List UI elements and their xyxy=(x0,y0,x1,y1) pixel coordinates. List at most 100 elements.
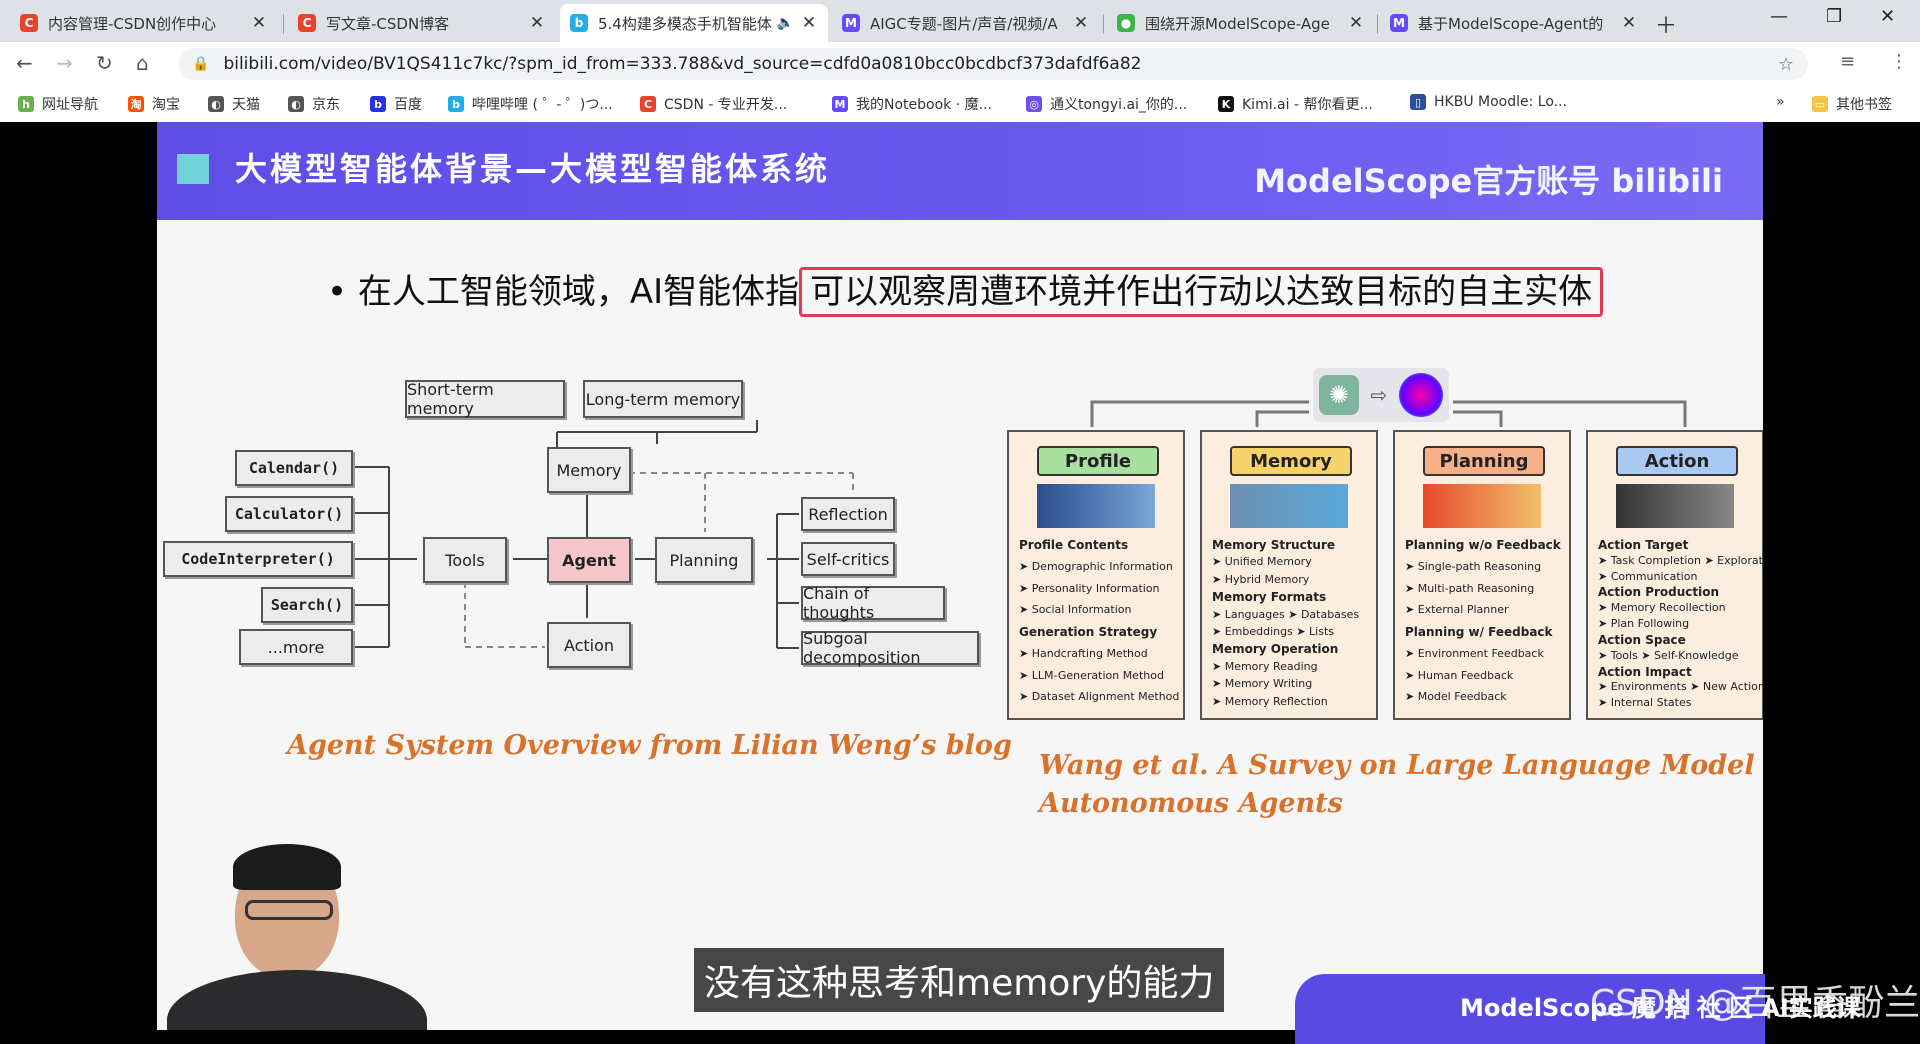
close-icon[interactable]: ✕ xyxy=(800,13,818,33)
new-tab-button[interactable]: ＋ xyxy=(1655,8,1677,40)
bookmark-item[interactable]: ◐ 天猫 xyxy=(208,94,260,114)
card-list-item: ➤ Demographic Information xyxy=(1019,559,1173,573)
right-caption-line-1: Wang et al. A Survey on Large Language M… xyxy=(1039,750,1763,781)
tab-title: 基于ModelScope-Agent的 xyxy=(1418,14,1604,33)
folder-icon: ▭ xyxy=(1812,96,1828,112)
bilibili-icon: b xyxy=(570,14,588,32)
bookmark-item[interactable]: ◐ 京东 xyxy=(288,94,340,114)
glasses-icon xyxy=(245,900,333,920)
card-section-heading: Action Target xyxy=(1598,538,1689,552)
long-term-memory-box: Long-term memory xyxy=(583,380,743,418)
reflection-box: Reflection xyxy=(801,497,895,531)
close-icon[interactable]: ✕ xyxy=(1347,13,1365,33)
leaf-icon: ● xyxy=(1117,14,1135,32)
code-interpreter-box: CodeInterpreter() xyxy=(163,541,353,577)
bookmark-item[interactable]: h 网址导航 xyxy=(18,94,98,114)
back-icon[interactable]: ← xyxy=(16,51,33,75)
card-list-item: ➤ Human Feedback xyxy=(1405,668,1514,682)
globe-icon: ◐ xyxy=(208,96,224,112)
lock-icon[interactable]: 🔒 xyxy=(192,56,209,72)
card-list-item: ➤ Memory Reading xyxy=(1212,659,1318,673)
reading-list-icon[interactable]: ≡ xyxy=(1840,51,1855,72)
close-icon[interactable]: ✕ xyxy=(1620,13,1638,33)
forward-icon[interactable]: → xyxy=(56,51,73,75)
logo-strip: ✺ ⇨ xyxy=(1313,368,1449,422)
globe-icon: ◐ xyxy=(288,96,304,112)
bookmark-label: 我的Notebook · 魔... xyxy=(856,97,992,113)
tab-title: 写文章-CSDN博客 xyxy=(326,14,450,33)
planning-illustration-icon xyxy=(1423,484,1541,528)
action-illustration-icon xyxy=(1616,484,1734,528)
subgoal-decomposition-box: Subgoal decomposition xyxy=(801,629,979,667)
card-list-item: ➤ Environments ➤ New Actions xyxy=(1598,680,1763,694)
chain-of-thoughts-box: Chain of thoughts xyxy=(801,584,945,622)
tab-csdn-write[interactable]: C 写文章-CSDN博客 ✕ xyxy=(288,4,556,42)
tab-title: 5.4构建多模态手机智能体 xyxy=(598,14,772,33)
card-list-item: ➤ Environment Feedback xyxy=(1405,646,1544,660)
bookmark-label: 百度 xyxy=(394,97,422,113)
address-toolbar: ← → ↻ ⌂ 🔒 bilibili.com/video/BV1QS411c7k… xyxy=(0,42,1920,86)
bookmark-label: HKBU Moodle: Lo... xyxy=(1434,94,1567,110)
bookmarks-more-button[interactable]: » xyxy=(1776,94,1785,110)
close-icon[interactable]: ✕ xyxy=(1072,13,1090,33)
tab-bilibili-video[interactable]: b 5.4构建多模态手机智能体 🔈 ✕ xyxy=(560,4,828,42)
video-player[interactable]: 大模型智能体背景—大模型智能体系统 ModelScope官方账号 bilibil… xyxy=(0,122,1920,1044)
self-critics-box: Self-critics xyxy=(801,542,895,576)
reload-icon[interactable]: ↻ xyxy=(96,51,113,75)
modelscope-icon: M xyxy=(842,14,860,32)
memory-illustration-icon xyxy=(1230,484,1348,528)
planning-box: Planning xyxy=(655,537,753,583)
card-list-item: ➤ Handcrafting Method xyxy=(1019,646,1148,660)
bookmark-item[interactable]: b 百度 xyxy=(370,94,422,114)
card-list-item: ➤ LLM-Generation Method xyxy=(1019,668,1164,682)
bilibili-icon: b xyxy=(448,96,464,112)
close-icon[interactable]: ✕ xyxy=(250,13,268,33)
close-icon[interactable]: ✕ xyxy=(528,13,546,33)
agent-box: Agent xyxy=(547,537,631,583)
bookmark-label: 淘宝 xyxy=(152,97,180,113)
minimize-icon[interactable]: — xyxy=(1770,6,1788,27)
bookmark-label: 天猫 xyxy=(232,97,260,113)
tab-modelscope-agent-2[interactable]: M 基于ModelScope-Agent的 ✕ xyxy=(1380,4,1648,42)
speaker-icon[interactable]: 🔈 xyxy=(777,15,794,31)
more-box: ...more xyxy=(239,629,353,665)
tab-divider xyxy=(1103,14,1104,34)
bookmark-item[interactable]: 淘淘宝 xyxy=(128,94,180,114)
bookmark-item[interactable]: M 我的Notebook · 魔... xyxy=(832,94,992,114)
card-list-item: ➤ Model Feedback xyxy=(1405,690,1507,704)
csdn-icon: C xyxy=(298,14,316,32)
home-icon[interactable]: ⌂ xyxy=(136,51,149,75)
tab-csdn-content[interactable]: C 内容管理-CSDN创作中心 ✕ xyxy=(10,4,278,42)
bookmark-label: CSDN - 专业开发... xyxy=(664,97,788,113)
memory-box: Memory xyxy=(547,447,631,493)
card-section-heading: Action Space xyxy=(1598,632,1686,647)
bookmark-item[interactable]: K Kimi.ai - 帮你看更... xyxy=(1218,94,1373,114)
other-bookmarks[interactable]: ▭ 其他书签 xyxy=(1812,94,1892,114)
brain-icon xyxy=(1399,373,1444,417)
bookmark-star-icon[interactable]: ☆ xyxy=(1778,54,1794,75)
card-section-heading: Planning w/o Feedback xyxy=(1405,538,1561,552)
address-bar[interactable]: 🔒 bilibili.com/video/BV1QS411c7kc/?spm_i… xyxy=(178,48,1808,80)
tab-divider xyxy=(283,14,284,34)
tab-modelscope-agent[interactable]: ● 围绕开源ModelScope-Age ✕ xyxy=(1107,4,1375,42)
card-list-item: ➤ Languages ➤ Databases xyxy=(1212,607,1360,621)
profile-card: Profile Profile Contents ➤ Demographic Inf… xyxy=(1007,430,1185,720)
bookmarks-bar: h 网址导航 淘淘宝 ◐ 天猫 ◐ 京东 b 百度 b 哔哩哔哩 ( ゜- ゜)つ... … xyxy=(0,86,1920,123)
url-text: bilibili.com/video/BV1QS411c7kc/?spm_id_… xyxy=(223,54,1142,74)
bookmark-item[interactable]: C CSDN - 专业开发... xyxy=(640,94,787,114)
bookmark-item[interactable]: ▯ HKBU Moodle: Lo... xyxy=(1410,94,1567,110)
card-list-item: ➤ Internal States xyxy=(1598,696,1692,710)
bookmark-item[interactable]: ◎ 通义tongyi.ai_你的... xyxy=(1026,94,1187,114)
card-section-heading: Memory Operation xyxy=(1212,642,1339,657)
csdn-watermark: CSDN @百里香酚兰 xyxy=(1590,983,1920,1024)
modelscope-icon: M xyxy=(1390,14,1408,32)
presenter-hair xyxy=(233,844,341,890)
tab-title: 内容管理-CSDN创作中心 xyxy=(48,14,217,33)
bookmark-label: 通义tongyi.ai_你的... xyxy=(1050,97,1188,113)
maximize-icon[interactable]: ❐ xyxy=(1826,6,1842,27)
menu-icon[interactable]: ⋮ xyxy=(1890,51,1908,72)
bookmark-item[interactable]: b 哔哩哔哩 ( ゜- ゜)つ... xyxy=(448,94,613,114)
left-caption: Agent System Overview from Lilian Weng’s… xyxy=(287,730,1012,761)
window-close-icon[interactable]: ✕ xyxy=(1880,6,1895,27)
tab-aigc[interactable]: M AIGC专题-图片/声音/视频/A ✕ xyxy=(832,4,1100,42)
